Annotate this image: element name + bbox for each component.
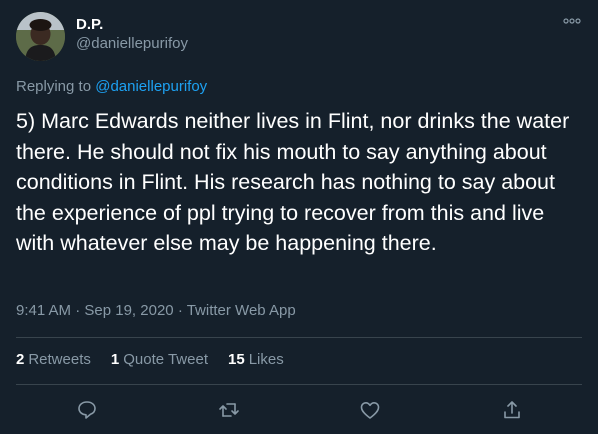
likes-label: Likes xyxy=(248,351,284,368)
retweets-count: 2 xyxy=(16,351,25,368)
display-name[interactable]: D.P. xyxy=(76,15,188,34)
divider xyxy=(16,384,582,385)
like-icon[interactable] xyxy=(358,398,382,422)
likes-stat[interactable]: 15 Likes xyxy=(228,350,284,370)
tweet-source[interactable]: Twitter Web App xyxy=(187,302,296,319)
likes-count: 15 xyxy=(228,351,245,368)
tweet-time[interactable]: 9:41 AM xyxy=(16,302,71,319)
tweet-date[interactable]: Sep 19, 2020 xyxy=(84,302,173,319)
quote-tweets-count: 1 xyxy=(110,351,120,368)
tweet-card: D.P. @daniellepurifoy Replying to @danie… xyxy=(0,0,598,434)
tweet-text: 5) Marc Edwards neither lives in Flint, … xyxy=(16,109,570,255)
retweet-icon[interactable] xyxy=(217,398,241,422)
reply-mention-link[interactable]: @daniellepurifoy xyxy=(95,78,207,95)
reply-icon[interactable] xyxy=(75,398,99,422)
avatar-image xyxy=(16,12,65,61)
meta-separator: · xyxy=(75,302,81,319)
avatar[interactable] xyxy=(16,12,65,61)
retweets-label: Retweets xyxy=(28,351,91,368)
replying-to: Replying to @daniellepurifoy xyxy=(16,77,207,97)
meta-separator: · xyxy=(177,302,183,319)
replying-to-label: Replying to xyxy=(16,78,92,95)
tweet-actions xyxy=(0,398,598,424)
author-block[interactable]: D.P. @daniellepurifoy xyxy=(76,15,188,54)
divider xyxy=(16,337,582,338)
quote-tweets-label: Quote Tweet xyxy=(123,351,208,368)
share-icon[interactable] xyxy=(500,398,524,422)
tweet-meta: 9:41 AM · Sep 19, 2020 · Twitter Web App xyxy=(16,301,296,321)
user-handle[interactable]: @daniellepurifoy xyxy=(76,34,188,54)
quote-tweets-stat[interactable]: 1 Quote Tweet xyxy=(111,350,208,370)
tweet-stats: 2 Retweets 1 Quote Tweet 15 Likes xyxy=(16,350,284,370)
more-options-icon[interactable] xyxy=(562,14,582,28)
retweets-stat[interactable]: 2 Retweets xyxy=(16,350,91,370)
